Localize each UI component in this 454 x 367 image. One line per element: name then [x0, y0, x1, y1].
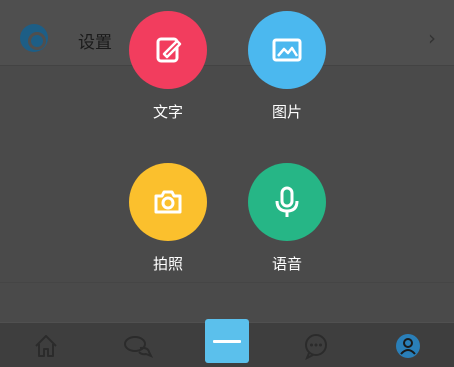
chevron-right-icon: ›	[428, 26, 436, 50]
settings-row[interactable]: 设置 ›	[0, 0, 454, 66]
gear-icon	[20, 24, 48, 52]
close-menu-icon	[213, 339, 241, 343]
close-menu-button[interactable]	[205, 319, 249, 363]
divider	[0, 282, 454, 283]
chat-bubbles-icon	[124, 336, 154, 358]
message-icon	[305, 334, 327, 360]
action-image-button[interactable]: 图片	[237, 11, 337, 122]
action-text-button[interactable]: 文字	[118, 11, 218, 122]
tab-messages[interactable]	[300, 330, 332, 362]
action-image-label: 图片	[271, 103, 302, 121]
action-voice-button[interactable]: 语音	[237, 163, 337, 274]
action-photo-button[interactable]: 拍照	[118, 163, 218, 274]
action-photo-label: 拍照	[152, 255, 183, 273]
action-text-label: 文字	[152, 103, 183, 121]
tab-discover[interactable]	[122, 330, 154, 362]
tab-profile[interactable]	[392, 330, 424, 362]
profile-icon	[396, 334, 420, 358]
tab-home[interactable]	[30, 330, 62, 362]
image-icon	[248, 11, 326, 89]
edit-icon	[129, 11, 207, 89]
settings-label: 设置	[78, 33, 112, 53]
action-voice-label: 语音	[271, 255, 302, 273]
home-icon	[35, 335, 57, 357]
camera-icon	[129, 163, 207, 241]
microphone-icon	[248, 163, 326, 241]
